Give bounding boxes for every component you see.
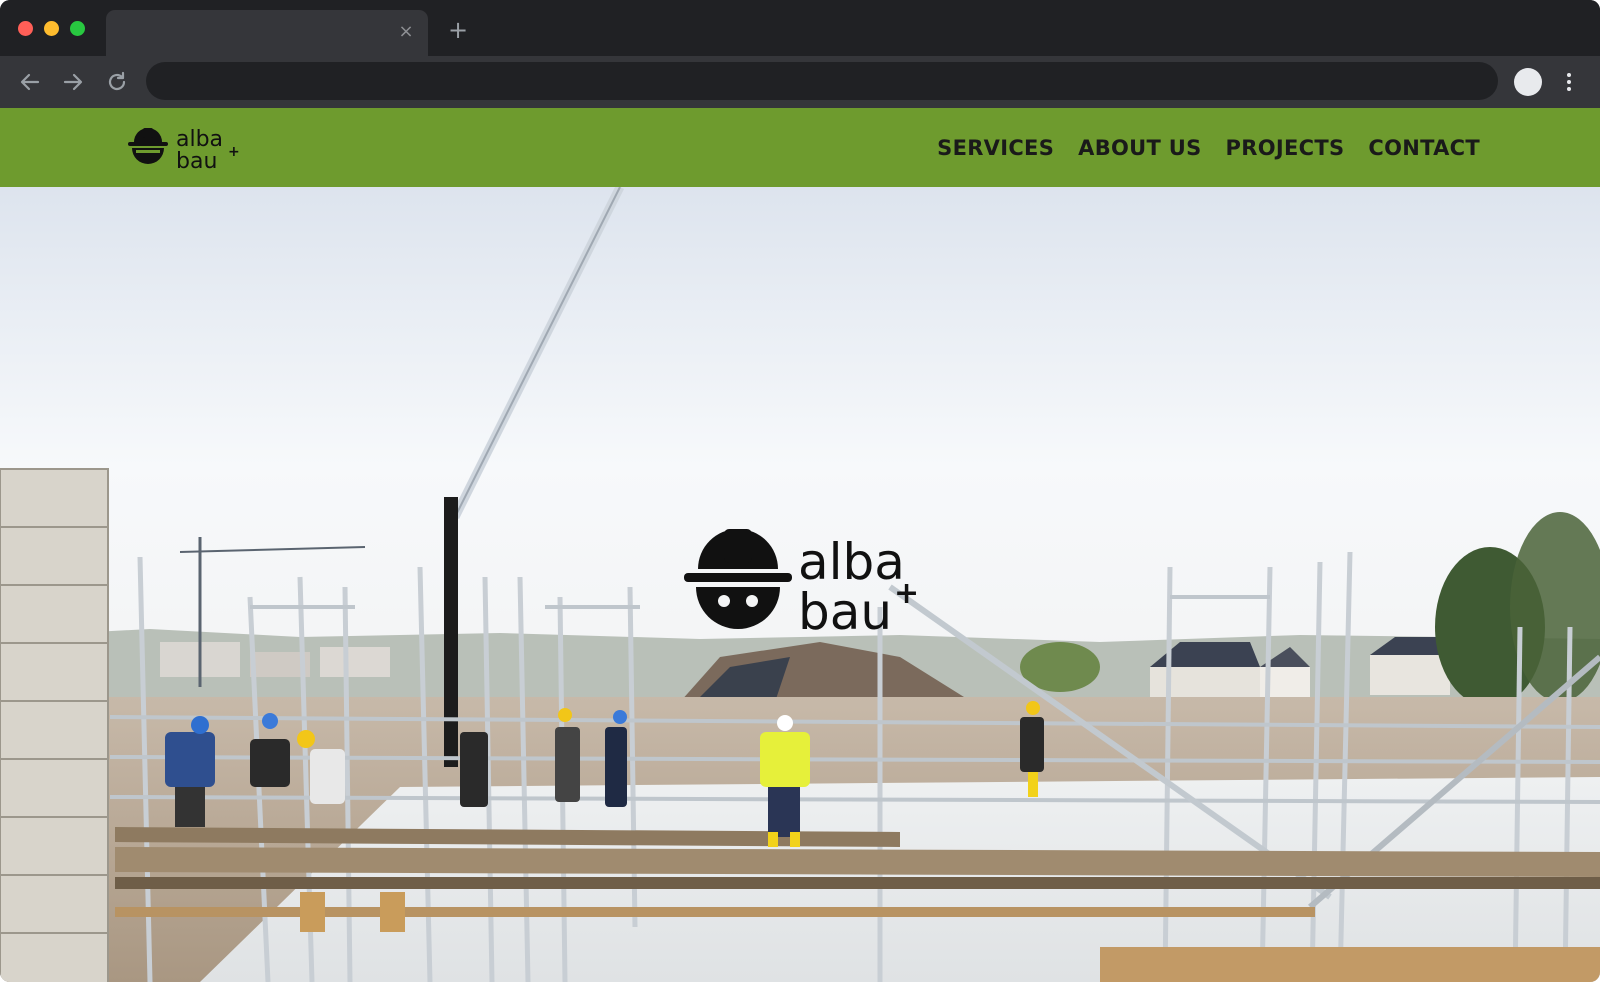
- hero-section: alba bau +: [0, 187, 1600, 982]
- browser-titlebar: × +: [0, 0, 1600, 56]
- nav-about-us[interactable]: ABOUT US: [1078, 136, 1201, 160]
- arrow-left-icon[interactable]: [16, 68, 44, 96]
- profile-avatar[interactable]: [1514, 68, 1542, 96]
- browser-toolbar: [0, 56, 1600, 108]
- site-logo[interactable]: alba bau +: [124, 122, 240, 174]
- reload-icon[interactable]: [103, 68, 131, 96]
- close-icon[interactable]: ×: [396, 22, 416, 42]
- minimize-window-button[interactable]: [44, 21, 59, 36]
- maximize-window-button[interactable]: [70, 21, 85, 36]
- plus-icon[interactable]: +: [446, 18, 470, 42]
- nav-contact[interactable]: CONTACT: [1368, 136, 1480, 160]
- hard-hat-logo-icon: alba bau +: [684, 529, 919, 637]
- site-header: alba bau + SERVICES ABOUT US PROJECTS CO…: [0, 108, 1600, 187]
- main-nav: SERVICES ABOUT US PROJECTS CONTACT: [937, 108, 1480, 187]
- kebab-menu-icon[interactable]: [1562, 68, 1576, 96]
- hard-hat-logo-icon: alba bau +: [128, 127, 240, 174]
- hero-logo-superscript: +: [894, 576, 919, 611]
- close-window-button[interactable]: [18, 21, 33, 36]
- logo-superscript: +: [228, 144, 240, 160]
- arrow-right-icon[interactable]: [59, 68, 87, 96]
- browser-window: × + alba bau + SERVICES ABOUT US PROJECT…: [0, 0, 1600, 982]
- hero-logo: alba bau +: [684, 529, 920, 637]
- logo-text-line2: bau: [176, 149, 217, 174]
- nav-services[interactable]: SERVICES: [937, 136, 1054, 160]
- hero-logo-text-line2: bau: [798, 583, 892, 637]
- address-bar[interactable]: [146, 62, 1498, 100]
- nav-projects[interactable]: PROJECTS: [1226, 136, 1345, 160]
- browser-tab[interactable]: ×: [106, 10, 428, 56]
